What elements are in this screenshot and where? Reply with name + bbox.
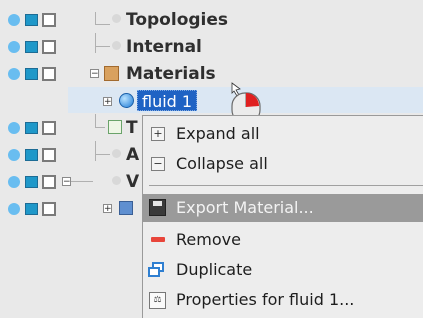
tree-panel: Topologies Internal − Materials + fluid … bbox=[0, 0, 423, 318]
checkbox-icon[interactable] bbox=[42, 202, 56, 216]
menu-item-collapse-all[interactable]: − Collapse all bbox=[143, 150, 423, 178]
eye-icon[interactable] bbox=[8, 176, 20, 188]
context-menu: + Expand all − Collapse all Export Mater… bbox=[142, 115, 423, 318]
menu-item-label: Collapse all bbox=[176, 154, 268, 173]
eye-icon[interactable] bbox=[8, 149, 20, 161]
tree-connector-line bbox=[95, 114, 96, 127]
eye-icon[interactable] bbox=[8, 122, 20, 134]
duplicate-icon bbox=[148, 262, 166, 278]
color-square-icon[interactable] bbox=[25, 149, 38, 161]
tree-connector-line bbox=[95, 154, 110, 155]
visibility-controls[interactable] bbox=[4, 66, 59, 82]
menu-item-label: Expand all bbox=[176, 124, 260, 143]
eye-icon[interactable] bbox=[8, 14, 20, 26]
tree-item-label: Materials bbox=[126, 64, 216, 84]
menu-item-label: Export Material... bbox=[176, 198, 314, 217]
floppy-shutter bbox=[153, 201, 162, 206]
tree-item-label: A bbox=[126, 145, 140, 165]
tree-item-label: Topologies bbox=[126, 10, 229, 30]
expand-toggle-icon[interactable]: + bbox=[103, 97, 112, 107]
tree-item-label-selected[interactable]: fluid 1 bbox=[137, 90, 198, 111]
tree-connector-line bbox=[95, 46, 110, 47]
color-square-icon[interactable] bbox=[25, 122, 38, 134]
collapse-icon: − bbox=[151, 157, 165, 171]
visibility-controls[interactable] bbox=[4, 147, 59, 163]
floppy-disk-icon bbox=[149, 199, 166, 216]
properties-icon: ⚖ bbox=[149, 292, 166, 309]
item-icon bbox=[119, 201, 133, 215]
menu-item-label: Duplicate bbox=[176, 260, 253, 279]
menu-item-duplicate[interactable]: Duplicate bbox=[143, 256, 423, 284]
tree-item-label: Internal bbox=[126, 37, 202, 57]
eye-icon[interactable] bbox=[8, 68, 20, 80]
menu-item-properties[interactable]: ⚖ Properties for fluid 1... bbox=[143, 286, 423, 314]
menu-item-label: Properties for fluid 1... bbox=[176, 290, 355, 309]
duplicate-front bbox=[148, 267, 160, 277]
visibility-controls[interactable] bbox=[4, 120, 59, 136]
menu-item-expand-all[interactable]: + Expand all bbox=[143, 120, 423, 148]
dot-icon bbox=[112, 149, 121, 158]
checkbox-icon[interactable] bbox=[42, 175, 56, 189]
visibility-controls[interactable] bbox=[4, 39, 59, 55]
tree-item-fluid-1[interactable]: + fluid 1 bbox=[0, 82, 423, 124]
tree-item-label: T bbox=[126, 118, 138, 138]
visibility-controls[interactable] bbox=[4, 174, 59, 190]
tree-connector-line bbox=[71, 181, 93, 182]
tree-connector-line bbox=[95, 33, 96, 53]
color-square-icon[interactable] bbox=[25, 203, 38, 215]
menu-item-export-material[interactable]: Export Material... bbox=[143, 194, 423, 222]
tree-item-internal[interactable]: Internal bbox=[0, 33, 423, 59]
tree-item-label: V bbox=[126, 172, 140, 192]
color-square-icon[interactable] bbox=[25, 14, 38, 26]
color-square-icon[interactable] bbox=[25, 41, 38, 53]
eye-icon[interactable] bbox=[8, 203, 20, 215]
checkbox-icon[interactable] bbox=[42, 121, 56, 135]
checkbox-icon[interactable] bbox=[42, 40, 56, 54]
remove-icon bbox=[151, 237, 165, 242]
visibility-controls[interactable] bbox=[4, 201, 59, 217]
checkbox-icon[interactable] bbox=[42, 67, 56, 81]
dot-icon bbox=[112, 176, 121, 185]
collapse-toggle-icon[interactable]: − bbox=[90, 69, 99, 79]
tree-connector-line bbox=[95, 141, 96, 161]
color-square-icon[interactable] bbox=[25, 176, 38, 188]
tree-connector-line bbox=[95, 24, 110, 25]
fluid-sphere-icon bbox=[119, 93, 134, 108]
menu-item-remove[interactable]: Remove bbox=[143, 226, 423, 254]
tree-item-label: fluid 1 bbox=[142, 92, 193, 111]
dot-icon bbox=[112, 41, 121, 50]
expand-icon: + bbox=[151, 127, 165, 141]
menu-item-label: Remove bbox=[176, 230, 241, 249]
expand-toggle-icon[interactable]: + bbox=[103, 204, 112, 214]
table-icon bbox=[108, 120, 122, 134]
menu-separator bbox=[149, 185, 423, 186]
collapse-toggle-icon[interactable]: − bbox=[62, 177, 71, 187]
tree-item-materials[interactable]: − Materials bbox=[0, 60, 423, 86]
materials-box-icon bbox=[104, 66, 119, 81]
visibility-controls[interactable] bbox=[4, 12, 59, 28]
dot-icon bbox=[112, 14, 121, 23]
eye-icon[interactable] bbox=[8, 41, 20, 53]
color-square-icon[interactable] bbox=[25, 68, 38, 80]
checkbox-icon[interactable] bbox=[42, 13, 56, 27]
checkbox-icon[interactable] bbox=[42, 148, 56, 162]
tree-item-topologies[interactable]: Topologies bbox=[0, 6, 423, 32]
screenshot-frame: Topologies Internal − Materials + fluid … bbox=[0, 0, 423, 318]
tree-connector-line bbox=[95, 127, 105, 128]
